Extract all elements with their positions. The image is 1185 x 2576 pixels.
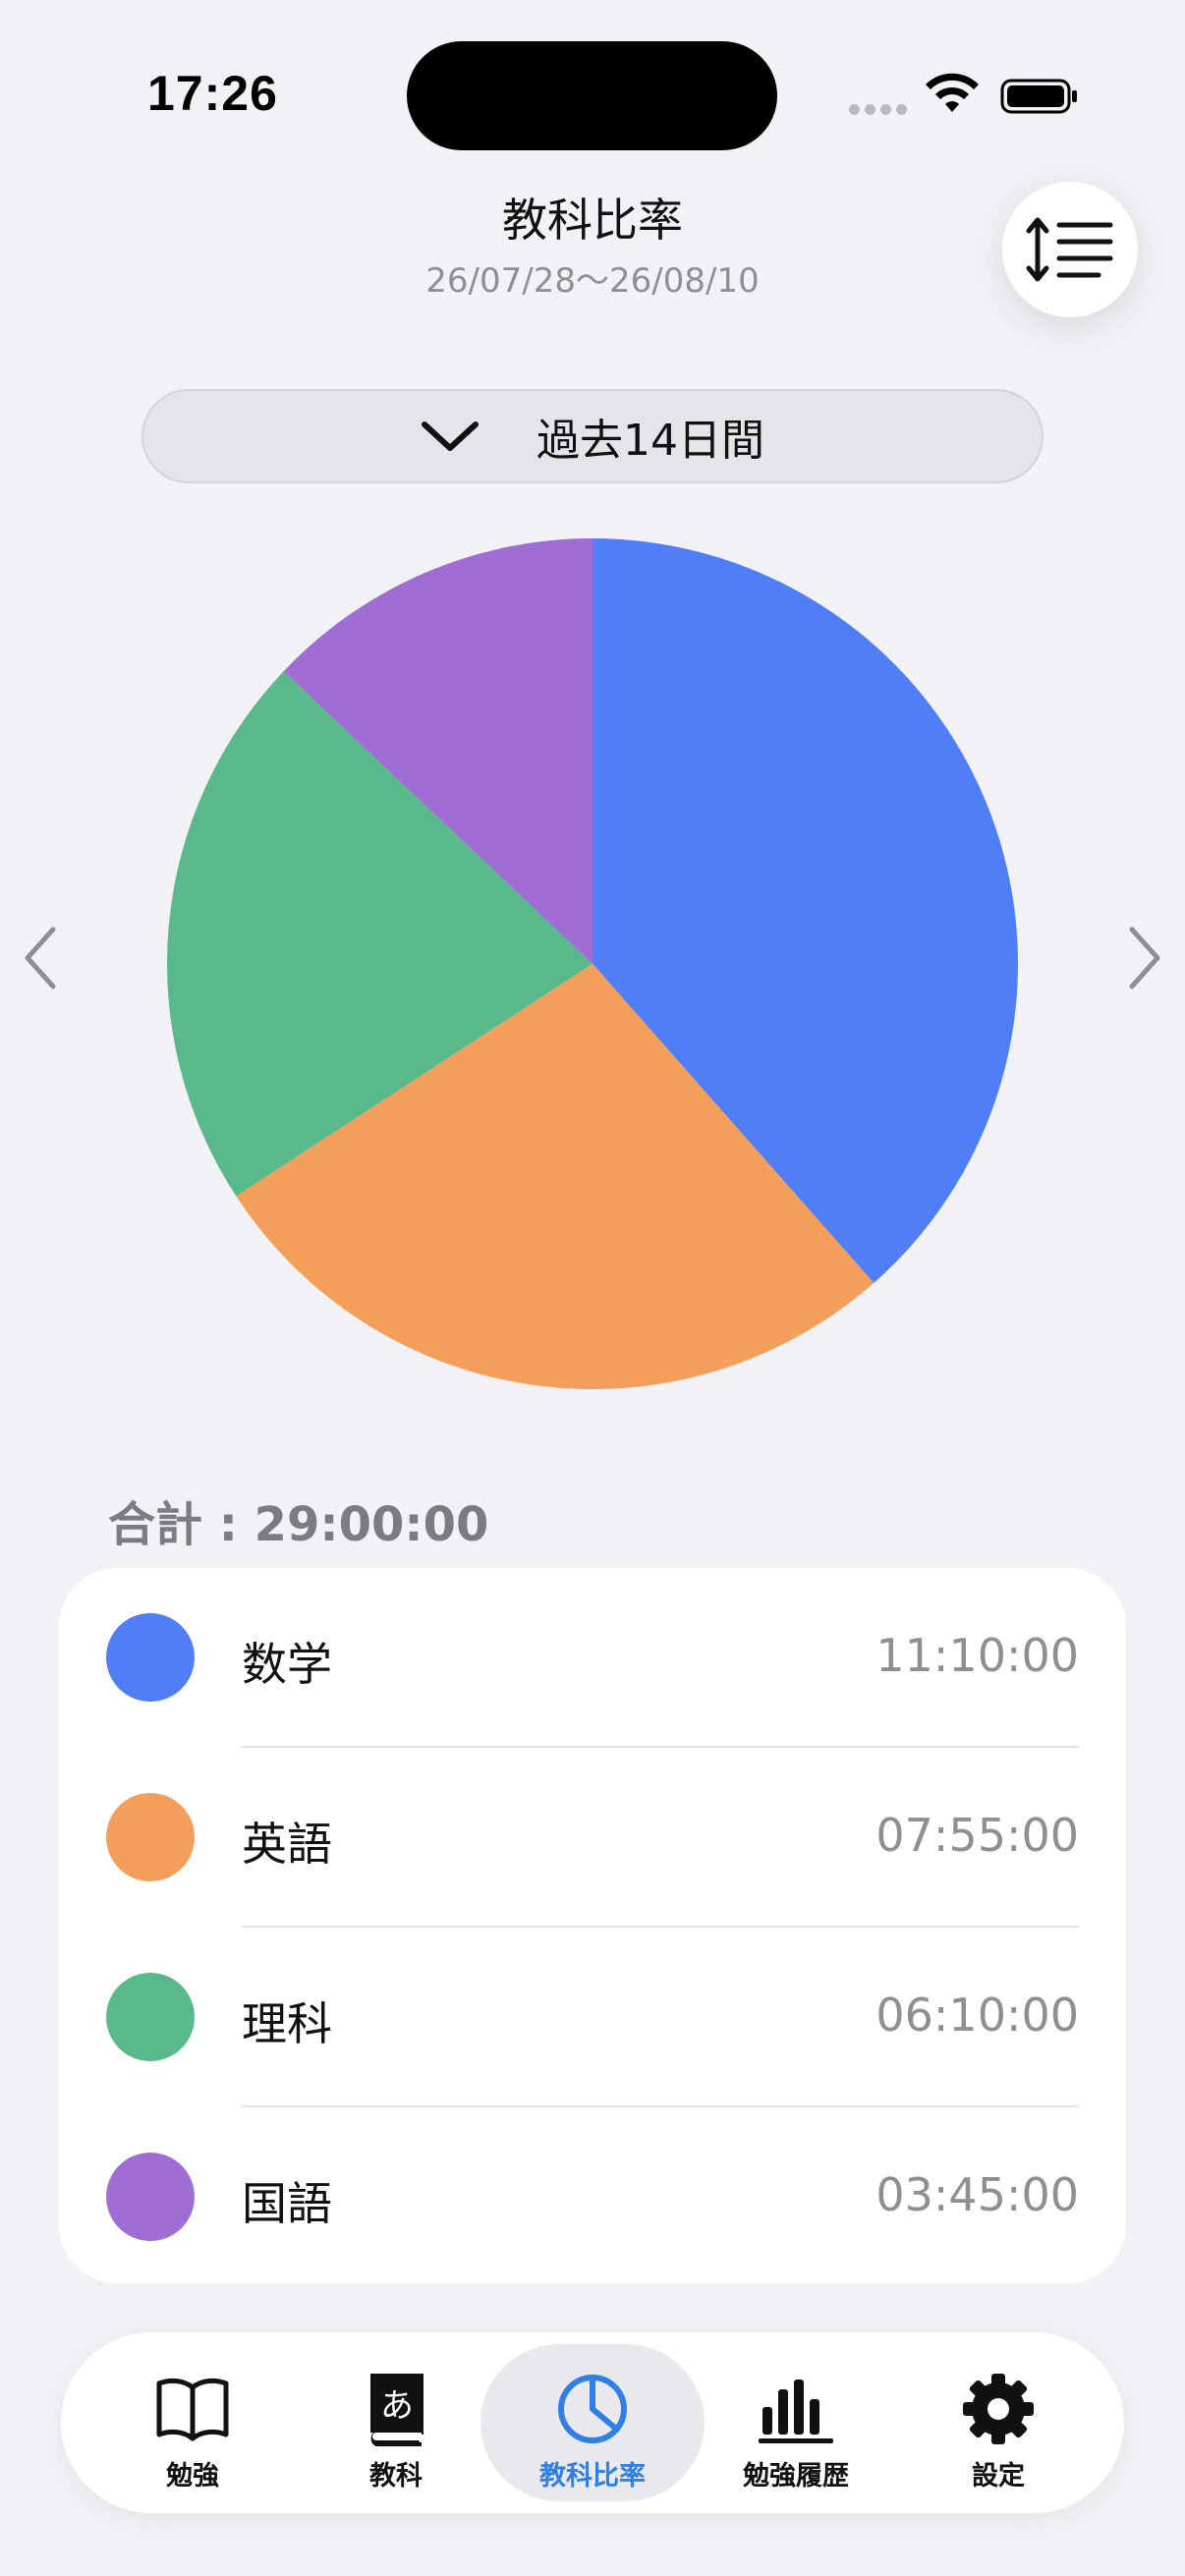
subject-color-dot (106, 1973, 195, 2061)
subject-time: 03:45:00 (875, 2168, 1079, 2221)
wifi-icon (926, 73, 979, 112)
chevron-right-icon[interactable] (1122, 924, 1165, 992)
tab-label: 教科 (369, 2461, 423, 2492)
tab-label: 設定 (972, 2461, 1025, 2492)
screen: 17:26 教科比率 26/07/28～26/08/10 過去14日間 合計:… (0, 0, 1185, 2576)
tab-study-history[interactable]: 勉強履歴 (684, 2344, 908, 2501)
chevron-down-icon (422, 421, 479, 451)
list-item[interactable]: 英語 07:55:00 (59, 1748, 1126, 1928)
svg-text:あ: あ (380, 2386, 414, 2426)
pie-chart (167, 538, 1018, 1389)
list-item[interactable]: 国語 03:45:00 (59, 2107, 1126, 2287)
bar-chart-icon (759, 2380, 833, 2443)
status-time: 17:26 (147, 66, 278, 121)
subject-time: 06:10:00 (875, 1988, 1079, 2042)
sort-lines-icon (1026, 217, 1113, 282)
subject-name: 国語 (242, 2177, 332, 2230)
book-icon (156, 2378, 229, 2441)
list-item[interactable]: 数学 11:10:00 (59, 1568, 1126, 1748)
period-label: 過去14日間 (536, 416, 764, 466)
subject-name: 理科 (242, 1997, 332, 2050)
subject-list: 数学 11:10:00 英語 07:55:00 理科 06:10:00 国語 0… (59, 1568, 1126, 2283)
subject-name: 英語 (242, 1818, 332, 1871)
subject-time: 07:55:00 (875, 1809, 1079, 1862)
tab-label: 勉強履歴 (743, 2461, 849, 2492)
tab-label: 勉強 (166, 2461, 219, 2492)
dictionary-icon: あ (370, 2374, 423, 2446)
subject-color-dot (106, 1793, 195, 1881)
battery-icon (1000, 79, 1077, 114)
subject-name: 数学 (242, 1638, 332, 1691)
period-dropdown[interactable]: 過去14日間 (141, 389, 1044, 483)
subject-color-dot (106, 2153, 195, 2241)
tab-subject-ratio[interactable]: 教科比率 (480, 2344, 705, 2501)
tab-label: 教科比率 (539, 2461, 646, 2492)
pie-chart-icon (558, 2375, 627, 2443)
cellular-signal-icon (849, 104, 907, 115)
chevron-left-icon[interactable] (20, 924, 63, 992)
tab-subjects[interactable]: あ 教科 (284, 2344, 508, 2501)
tab-study[interactable]: 勉強 (81, 2344, 305, 2501)
tab-settings[interactable]: 設定 (886, 2344, 1110, 2501)
tab-bar: 勉強 あ 教科 教科比率 勉強履歴 設定 (61, 2332, 1124, 2513)
subject-time: 11:10:00 (875, 1629, 1079, 1682)
list-item[interactable]: 理科 06:10:00 (59, 1928, 1126, 2107)
sort-button[interactable] (1002, 182, 1138, 317)
gear-icon (963, 2374, 1034, 2444)
dynamic-island (407, 41, 777, 150)
subject-color-dot (106, 1613, 195, 1702)
total-time: 合計 : 29:00:00 (108, 1497, 489, 1552)
